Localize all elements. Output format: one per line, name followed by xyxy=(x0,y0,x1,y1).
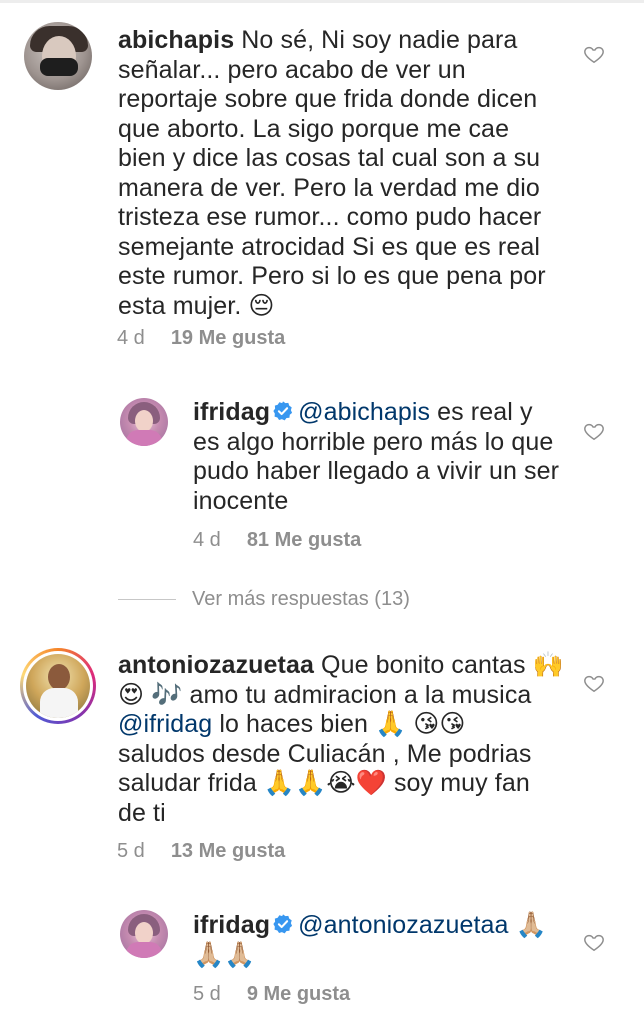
comment-line: manera de ver. Pero la verdad me dio xyxy=(118,173,540,202)
view-more-divider xyxy=(118,599,176,600)
username[interactable]: antoniozazuetaa xyxy=(118,651,314,679)
comment-line: inocente xyxy=(193,486,289,515)
comment-line: 🙏🏼 xyxy=(508,911,547,939)
likes-count[interactable]: 13 Me gusta xyxy=(171,840,285,862)
comment-line: tristeza ese rumor... como pudo hacer xyxy=(118,203,542,231)
comment-line: reportaje sobre que frida donde dicen xyxy=(118,85,538,113)
timestamp: 5 d xyxy=(193,983,221,1005)
top-divider xyxy=(0,0,644,3)
avatar-abichapis[interactable] xyxy=(24,22,92,90)
comment-line: esta mujer. 😔 xyxy=(118,291,275,320)
comment-line: saludos desde Culiacán , Me podrias xyxy=(118,739,532,768)
verified-badge-icon xyxy=(273,401,293,421)
comment-line: Que bonito cantas 🙌 xyxy=(321,651,564,679)
timestamp: 5 d xyxy=(117,840,145,862)
comment-line: bien y dice las cosas tal cual son a su xyxy=(118,144,541,172)
story-ring[interactable] xyxy=(20,648,96,724)
heart-icon[interactable] xyxy=(583,420,605,442)
view-more-replies-button[interactable]: Ver más respuestas (13) xyxy=(192,588,410,611)
avatar-antoniozazuetaa[interactable] xyxy=(26,654,90,718)
likes-count[interactable]: 81 Me gusta xyxy=(247,529,361,551)
verified-badge-icon xyxy=(273,914,293,934)
avatar-ifridag[interactable] xyxy=(120,910,168,958)
comment-line: 😍 🎶 amo tu admiracion a la musica xyxy=(118,680,532,709)
comment-line: saludar frida 🙏🙏😭❤️ soy muy fan xyxy=(118,769,530,797)
reply-meta: 5 d 9 Me gusta xyxy=(193,983,350,1006)
likes-count[interactable]: 9 Me gusta xyxy=(247,983,350,1005)
mention-link[interactable]: @antoniozazuetaa xyxy=(298,911,508,939)
comment-line: señalar... pero acabo de ver un xyxy=(118,55,466,84)
comment-line: No sé, Ni soy nadie para xyxy=(241,26,518,54)
heart-icon[interactable] xyxy=(583,43,605,65)
comment-line: semejante atrocidad Si es que es real xyxy=(118,232,540,261)
reply-meta: 4 d 81 Me gusta xyxy=(193,529,361,552)
comment-antoniozazuetaa: antoniozazuetaa Que bonito cantas 🙌 😍 🎶 … xyxy=(118,651,578,828)
comment-line: de ti xyxy=(118,798,166,827)
username[interactable]: ifridag xyxy=(193,398,270,426)
comment-line: que aborto. La sigo porque me cae xyxy=(118,114,510,143)
comment-line: pudo haber llegado a vivir un ser xyxy=(193,457,560,485)
comment-meta: 4 d 19 Me gusta xyxy=(117,327,285,350)
avatar-ifridag[interactable] xyxy=(120,398,168,446)
timestamp: 4 d xyxy=(117,327,145,349)
mention-link[interactable]: @ifridag xyxy=(118,710,212,738)
reply-ifridag: ifridag @antoniozazuetaa 🙏🏼 🙏🏼🙏🏼 xyxy=(193,911,573,970)
mention-link[interactable]: @abichapis xyxy=(298,398,430,426)
heart-icon[interactable] xyxy=(583,672,605,694)
comment-abichapis: abichapis No sé, Ni soy nadie para señal… xyxy=(118,26,578,321)
timestamp: 4 d xyxy=(193,529,221,551)
likes-count[interactable]: 19 Me gusta xyxy=(171,327,285,349)
comment-line: es real y xyxy=(430,398,533,426)
heart-icon[interactable] xyxy=(583,931,605,953)
reply-ifridag: ifridag @abichapis es real y es algo horr… xyxy=(193,398,573,516)
comment-line: es algo horrible pero más lo que xyxy=(193,427,554,456)
comment-line: lo haces bien 🙏 😘😘 xyxy=(212,710,466,738)
username[interactable]: ifridag xyxy=(193,911,270,939)
username[interactable]: abichapis xyxy=(118,26,234,54)
comment-line: 🙏🏼🙏🏼 xyxy=(193,940,256,969)
comment-meta: 5 d 13 Me gusta xyxy=(117,840,285,863)
comment-line: este rumor. Pero si lo es que pena por xyxy=(118,262,546,290)
